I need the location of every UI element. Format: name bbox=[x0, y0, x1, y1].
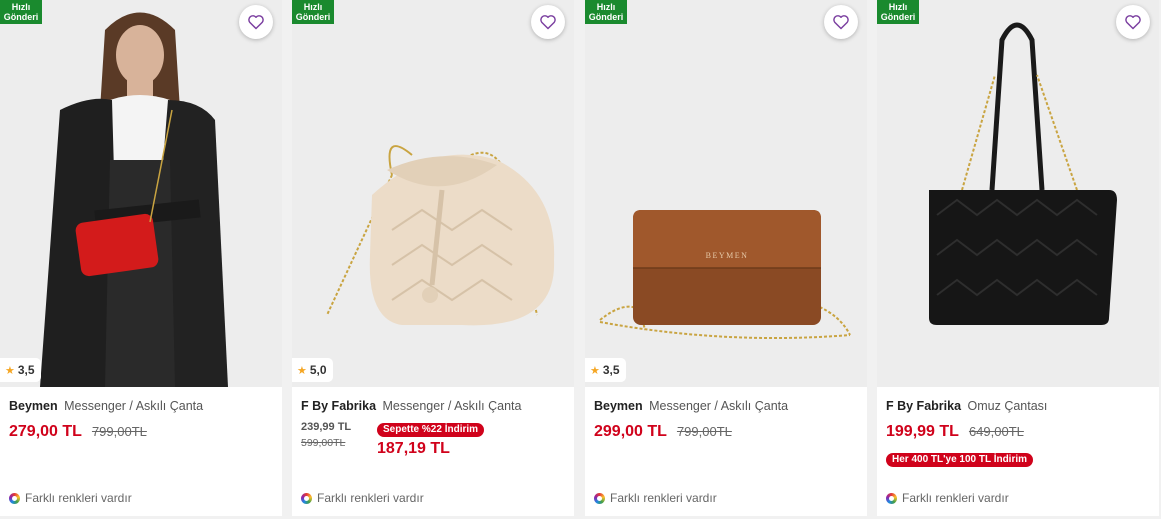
current-price: 239,99 TL bbox=[301, 421, 352, 433]
brand-name: Beymen bbox=[594, 399, 643, 413]
rating-badge: ★ 3,5 bbox=[0, 358, 41, 382]
heart-icon bbox=[540, 15, 556, 30]
promo-badge-wrap: Her 400 TL'ye 100 TL İndirim bbox=[886, 449, 1034, 467]
favorite-button[interactable] bbox=[1116, 5, 1150, 39]
basket-discount-badge: Sepette %22 İndirim bbox=[377, 423, 485, 437]
basket-discount-block: Sepette %22 İndirim 187,19 TL bbox=[377, 419, 485, 458]
product-image[interactable] bbox=[877, 0, 1159, 387]
heart-icon bbox=[833, 15, 849, 30]
product-card[interactable]: Hızlı Gönderi F By Fabrika Omuz Çantası 1… bbox=[877, 0, 1159, 516]
old-price: 799,00TL bbox=[91, 424, 147, 439]
current-price: 199,99 TL bbox=[886, 423, 959, 440]
fast-delivery-badge: Hızlı Gönderi bbox=[292, 0, 334, 24]
category-name: Messenger / Askılı Çanta bbox=[382, 399, 522, 413]
fast-delivery-badge: Hızlı Gönderi bbox=[585, 0, 627, 24]
brand-name: Beymen bbox=[9, 399, 58, 413]
product-title[interactable]: F By Fabrika Messenger / Askılı Çanta bbox=[301, 399, 521, 413]
current-price: 299,00 TL bbox=[594, 423, 667, 440]
current-price: 279,00 TL bbox=[9, 423, 82, 440]
color-wheel-icon bbox=[886, 492, 897, 504]
product-title[interactable]: Beymen Messenger / Askılı Çanta bbox=[9, 399, 203, 413]
fast-delivery-badge: Hızlı Gönderi bbox=[0, 0, 42, 24]
brand-name: F By Fabrika bbox=[301, 399, 377, 413]
product-card[interactable]: Hızlı Gönderi ★ 5,0 F By Fabrika Messenge… bbox=[292, 0, 574, 516]
product-image[interactable]: BEYMEN bbox=[585, 0, 867, 387]
old-price: 599,00TL bbox=[301, 437, 346, 449]
category-name: Messenger / Askılı Çanta bbox=[64, 399, 204, 413]
heart-icon bbox=[1125, 15, 1141, 30]
star-icon: ★ bbox=[297, 364, 307, 377]
brand-name: F By Fabrika bbox=[886, 399, 962, 413]
favorite-button[interactable] bbox=[239, 5, 273, 39]
color-options[interactable]: Farklı renkleri vardır bbox=[594, 491, 717, 505]
rating-badge: ★ 3,5 bbox=[585, 358, 626, 382]
product-image[interactable] bbox=[0, 0, 282, 387]
product-image[interactable] bbox=[292, 0, 574, 387]
favorite-button[interactable] bbox=[824, 5, 858, 39]
favorite-button[interactable] bbox=[531, 5, 565, 39]
color-options[interactable]: Farklı renkleri vardır bbox=[9, 491, 132, 505]
price-block: 239,99 TL 599,00TL bbox=[301, 421, 351, 449]
color-wheel-icon bbox=[594, 492, 605, 504]
rating-badge: ★ 5,0 bbox=[292, 358, 333, 382]
product-card[interactable]: BEYMEN Hızlı Gönderi ★ 3,5 Beymen Messeng… bbox=[585, 0, 867, 516]
color-wheel-icon bbox=[301, 492, 312, 504]
heart-icon bbox=[248, 15, 264, 30]
fast-delivery-badge: Hızlı Gönderi bbox=[877, 0, 919, 24]
old-price: 799,00TL bbox=[676, 424, 732, 439]
promo-badge: Her 400 TL'ye 100 TL İndirim bbox=[886, 453, 1034, 467]
category-name: Omuz Çantası bbox=[967, 399, 1048, 413]
product-card[interactable]: Hızlı Gönderi ★ 3,5 Beymen Messenger / As… bbox=[0, 0, 282, 516]
basket-price: 187,19 TL bbox=[377, 440, 450, 457]
color-options[interactable]: Farklı renkleri vardır bbox=[886, 491, 1009, 505]
star-icon: ★ bbox=[5, 364, 15, 377]
star-icon: ★ bbox=[590, 364, 600, 377]
price-row: 299,00 TL 799,00TL bbox=[594, 423, 732, 441]
old-price: 649,00TL bbox=[968, 424, 1024, 439]
product-grid-row: Hızlı Gönderi ★ 3,5 Beymen Messenger / As… bbox=[0, 0, 1161, 519]
color-wheel-icon bbox=[9, 492, 20, 504]
product-title[interactable]: Beymen Messenger / Askılı Çanta bbox=[594, 399, 788, 413]
svg-text:BEYMEN: BEYMEN bbox=[706, 251, 749, 260]
price-row: 199,99 TL 649,00TL bbox=[886, 423, 1024, 441]
price-row: 279,00 TL 799,00TL bbox=[9, 423, 147, 441]
color-options[interactable]: Farklı renkleri vardır bbox=[301, 491, 424, 505]
category-name: Messenger / Askılı Çanta bbox=[649, 399, 789, 413]
product-title[interactable]: F By Fabrika Omuz Çantası bbox=[886, 399, 1047, 413]
